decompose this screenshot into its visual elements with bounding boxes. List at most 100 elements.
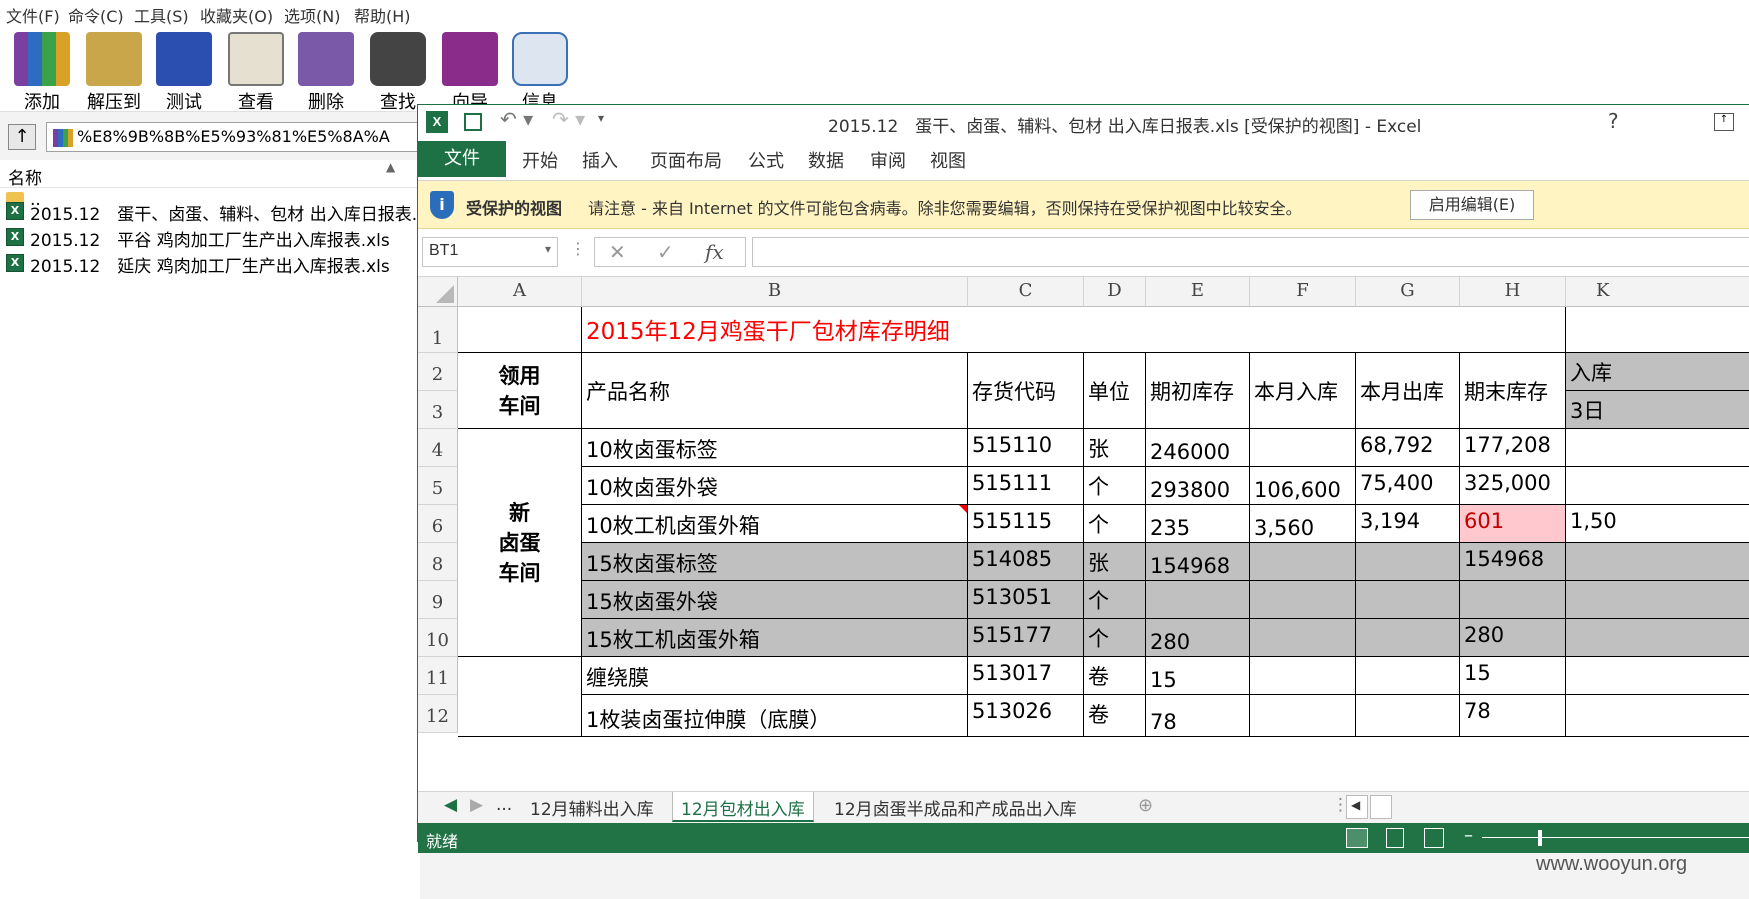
select-all-corner[interactable] xyxy=(418,277,458,307)
cell-name[interactable]: 1枚装卤蛋拉伸膜（底膜） xyxy=(582,695,968,737)
cell-closing[interactable]: 601 xyxy=(1460,505,1566,543)
cell-extra[interactable] xyxy=(1566,657,1749,695)
scroll-tabs-left-icon[interactable]: ◀ xyxy=(436,792,465,822)
group-label-new-egg-workshop[interactable]: 新 卤蛋 车间 xyxy=(458,429,582,657)
cell-opening[interactable]: 235 xyxy=(1146,505,1250,543)
zoom-slider-thumb[interactable] xyxy=(1538,830,1542,846)
cell-opening[interactable]: 246000 xyxy=(1146,429,1250,467)
cell-name[interactable]: 10枚卤蛋标签 xyxy=(582,429,968,467)
header-month-in[interactable]: 本月入库 xyxy=(1250,353,1356,429)
cell-name[interactable]: 15枚卤蛋标签 xyxy=(582,543,968,581)
cell-opening[interactable]: 15 xyxy=(1146,657,1250,695)
cell-name[interactable]: 10枚工机卤蛋外箱 xyxy=(582,505,968,543)
cell-in[interactable] xyxy=(1250,619,1356,657)
list-item[interactable]: X 2015.12 延庆 鸡肉加工厂生产出入库报表.xls xyxy=(0,250,420,276)
tab-data[interactable]: 数据 xyxy=(808,147,844,173)
cell-extra[interactable] xyxy=(1566,619,1749,657)
help-button[interactable]: ? xyxy=(1608,109,1619,133)
menu-options[interactable]: 选项(N) xyxy=(284,3,340,27)
row-header[interactable]: 2 xyxy=(418,353,458,391)
cell-in[interactable] xyxy=(1250,543,1356,581)
column-header[interactable]: K xyxy=(1566,277,1749,307)
insert-function-icon[interactable]: fx xyxy=(705,240,724,264)
tab-sheet-auxiliary[interactable]: 12月辅料出入库 xyxy=(522,792,662,822)
zoom-slider[interactable] xyxy=(1482,837,1749,838)
zoom-out-icon[interactable]: – xyxy=(1464,825,1473,846)
enable-editing-button[interactable]: 启用编辑(E) xyxy=(1410,190,1534,220)
cell-name[interactable]: 15枚卤蛋外袋 xyxy=(582,581,968,619)
enter-icon[interactable]: ✓ xyxy=(657,240,674,264)
row-header[interactable]: 9 xyxy=(418,581,458,619)
undo-icon[interactable]: ↶ ▾ xyxy=(500,107,533,131)
column-header[interactable]: E xyxy=(1146,277,1250,307)
cell-in[interactable]: 3,560 xyxy=(1250,505,1356,543)
cell-unit[interactable]: 卷 xyxy=(1084,695,1146,737)
redo-icon[interactable]: ↷ ▾ xyxy=(552,107,585,131)
cell-extra[interactable] xyxy=(1566,467,1749,505)
row-header[interactable]: 12 xyxy=(418,695,458,733)
cell-closing[interactable] xyxy=(1460,581,1566,619)
cell-extra[interactable] xyxy=(1566,695,1749,737)
row-header[interactable]: 3 xyxy=(418,391,458,429)
cell-extra[interactable]: 1,50 xyxy=(1566,505,1749,543)
cell[interactable] xyxy=(458,307,582,353)
scroll-tabs-right-icon[interactable]: ▶ xyxy=(462,792,491,822)
row-header[interactable]: 4 xyxy=(418,429,458,467)
list-item[interactable]: X 2015.12 蛋干、卤蛋、辅料、包材 出入库日报表.xls xyxy=(0,198,420,224)
cell-unit[interactable]: 个 xyxy=(1084,467,1146,505)
cell-closing[interactable]: 177,208 xyxy=(1460,429,1566,467)
cell-unit[interactable]: 个 xyxy=(1084,505,1146,543)
formula-input[interactable] xyxy=(752,237,1749,267)
column-header[interactable]: H xyxy=(1460,277,1566,307)
header-unit[interactable]: 单位 xyxy=(1084,353,1146,429)
column-header[interactable]: B xyxy=(582,277,968,307)
cell-closing[interactable]: 15 xyxy=(1460,657,1566,695)
cell-out[interactable]: 75,400 xyxy=(1356,467,1460,505)
cell-opening[interactable]: 154968 xyxy=(1146,543,1250,581)
cell-opening[interactable] xyxy=(1146,581,1250,619)
cell-code[interactable]: 514085 xyxy=(968,543,1084,581)
menu-help[interactable]: 帮助(H) xyxy=(354,3,411,27)
cell-code[interactable]: 515115 xyxy=(968,505,1084,543)
page-layout-view-icon[interactable] xyxy=(1386,828,1404,848)
menu-tools[interactable]: 工具(S) xyxy=(134,3,189,27)
row-header[interactable]: 1 xyxy=(418,307,458,353)
header-month-out[interactable]: 本月出库 xyxy=(1356,353,1460,429)
cell-unit[interactable]: 个 xyxy=(1084,581,1146,619)
row-header[interactable]: 8 xyxy=(418,543,458,581)
cell-opening[interactable]: 293800 xyxy=(1146,467,1250,505)
horizontal-scrollbar[interactable] xyxy=(1370,795,1392,819)
row-header[interactable]: 5 xyxy=(418,467,458,505)
cell-out[interactable] xyxy=(1356,695,1460,737)
sheet-title[interactable]: 2015年12月鸡蛋干厂包材库存明细 xyxy=(582,307,1566,353)
header-closing-stock[interactable]: 期末库存 xyxy=(1460,353,1566,429)
cell-unit[interactable]: 张 xyxy=(1084,429,1146,467)
cell-closing[interactable]: 154968 xyxy=(1460,543,1566,581)
cell-in[interactable] xyxy=(1250,695,1356,737)
add-sheet-icon[interactable]: ⊕ xyxy=(1130,792,1161,822)
worksheet-grid[interactable]: A B C D E F G H K 1 2 3 4 5 6 8 9 10 11 … xyxy=(418,277,1749,789)
row-header[interactable]: 10 xyxy=(418,619,458,657)
cell-opening[interactable]: 280 xyxy=(1146,619,1250,657)
cell-out[interactable] xyxy=(1356,657,1460,695)
header-day-3[interactable]: 3日 xyxy=(1566,391,1749,429)
column-header[interactable]: D xyxy=(1084,277,1146,307)
cell-in[interactable] xyxy=(1250,429,1356,467)
menu-favorites[interactable]: 收藏夹(O) xyxy=(200,3,273,27)
cell-closing[interactable]: 78 xyxy=(1460,695,1566,737)
column-header[interactable]: F xyxy=(1250,277,1356,307)
column-header[interactable]: G xyxy=(1356,277,1460,307)
tab-view[interactable]: 视图 xyxy=(930,147,966,173)
info-button[interactable]: 信息 xyxy=(498,30,582,113)
menu-file[interactable]: 文件(F) xyxy=(6,3,60,27)
tab-home[interactable]: 开始 xyxy=(522,147,558,173)
column-header[interactable]: A xyxy=(458,277,582,307)
cancel-icon[interactable]: ✕ xyxy=(609,240,626,264)
tab-page-layout[interactable]: 页面布局 xyxy=(650,147,722,173)
tab-sheet-packaging[interactable]: 12月包材出入库 xyxy=(672,792,814,822)
cell-in[interactable] xyxy=(1250,581,1356,619)
row-header[interactable]: 11 xyxy=(418,657,458,695)
page-break-view-icon[interactable] xyxy=(1424,828,1444,848)
cell-in[interactable] xyxy=(1250,657,1356,695)
header-department[interactable]: 领用 车间 xyxy=(458,353,582,429)
